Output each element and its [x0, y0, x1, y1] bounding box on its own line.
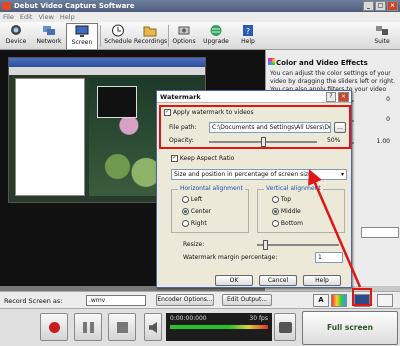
annotation-arrow: [308, 169, 362, 288]
